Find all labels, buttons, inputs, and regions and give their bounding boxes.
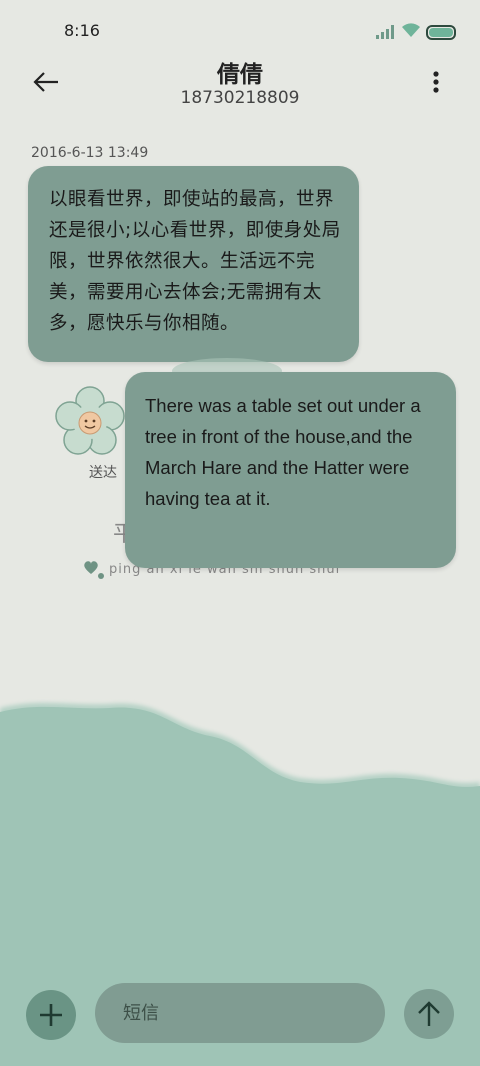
- send-arrow-icon: [418, 1001, 440, 1026]
- status-bar: 8:16: [0, 0, 480, 60]
- plus-icon: [40, 1004, 62, 1026]
- more-vertical-icon: [433, 71, 439, 93]
- contact-number: 18730218809: [180, 88, 300, 108]
- wifi-icon: [401, 22, 421, 42]
- signal-icon: [376, 24, 396, 43]
- send-button[interactable]: [404, 989, 454, 1039]
- add-attachment-button[interactable]: [26, 990, 76, 1040]
- message-bubble[interactable]: 以眼看世界，即使站的最高，世界还是很小;以心看世界，即使身处局限，世界依然很大。…: [28, 166, 359, 362]
- message-text: There was a table set out under a tree i…: [145, 395, 421, 509]
- battery-icon: [426, 25, 456, 40]
- message-bubble[interactable]: There was a table set out under a tree i…: [125, 372, 456, 568]
- message-timestamp: 2016-6-13 13:49: [31, 145, 149, 161]
- sent-status: 送达: [89, 465, 117, 481]
- message-input-bar: [0, 980, 480, 1050]
- flower-smiley-icon: [54, 386, 126, 462]
- heart-icon: [82, 558, 106, 584]
- sms-input[interactable]: [95, 983, 385, 1043]
- status-time: 8:16: [64, 21, 100, 40]
- message-text: 以眼看世界，即使站的最高，世界还是很小;以心看世界，即使身处局限，世界依然很大。…: [49, 189, 341, 334]
- contact-name: 倩倩: [217, 62, 263, 88]
- more-options-button[interactable]: [426, 68, 446, 98]
